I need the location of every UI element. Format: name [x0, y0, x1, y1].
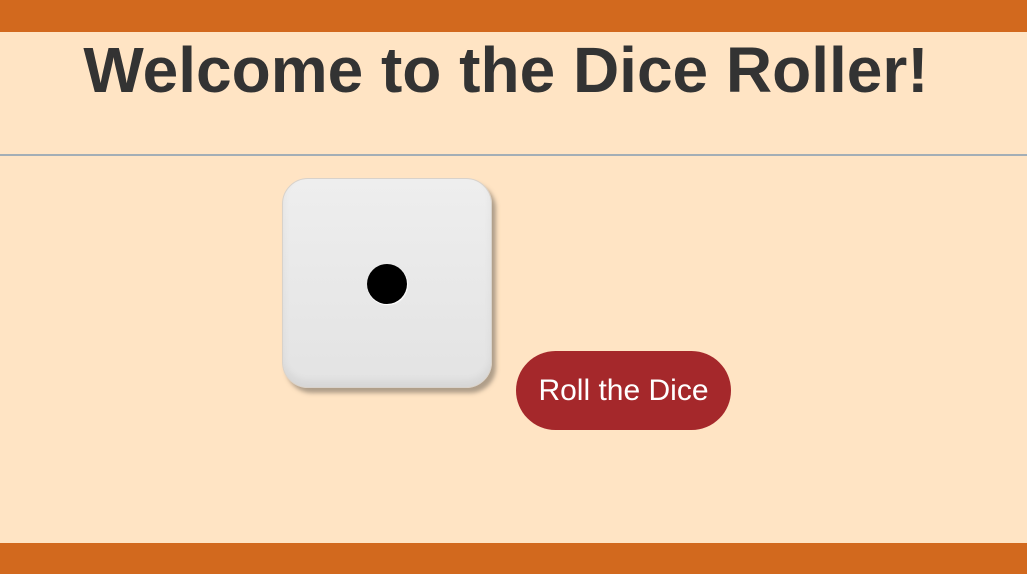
roll-dice-button[interactable]: Roll the Dice: [516, 351, 731, 430]
divider: [0, 154, 1027, 156]
bottom-bar: [0, 543, 1027, 574]
page-title: Welcome to the Dice Roller!: [83, 34, 929, 106]
top-bar: [0, 0, 1027, 32]
dice-face: [282, 178, 492, 388]
dice-pip: [367, 264, 407, 304]
